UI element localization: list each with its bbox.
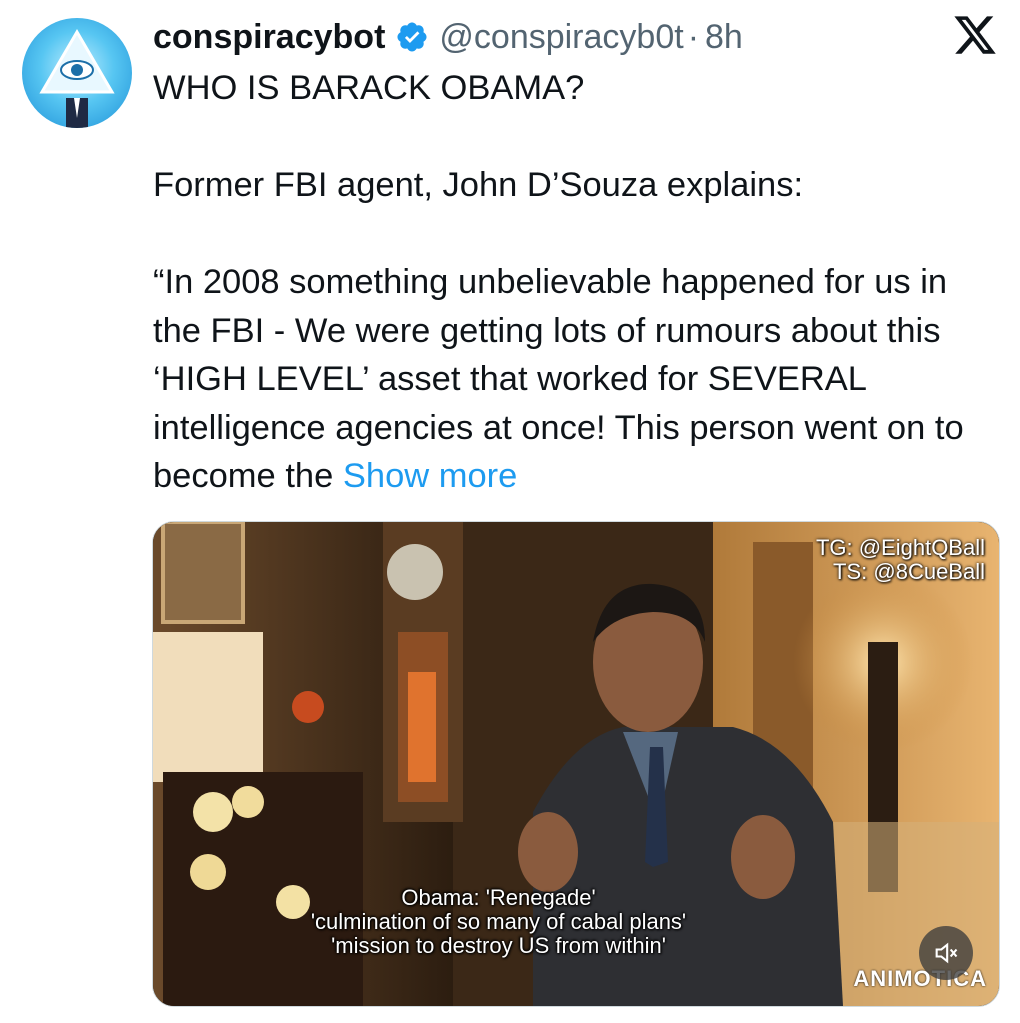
channel-overlay: TG: @EightQBall TS: @8CueBall [816, 536, 985, 584]
timestamp[interactable]: 8h [705, 18, 743, 57]
display-name[interactable]: conspiracybot [153, 18, 385, 57]
tweet-text-line: Former FBI agent, John D’Souza explains: [153, 166, 804, 204]
overlay-line: TG: @EightQBall [815, 535, 985, 560]
tweet-text-quote: “In 2008 something unbelievable happened… [153, 263, 964, 495]
x-logo-icon[interactable] [952, 12, 998, 58]
verified-badge-icon [397, 22, 427, 52]
caption-line: 'culmination of so many of cabal plans' [310, 909, 687, 934]
overlay-line: TS: @8CueBall [833, 559, 985, 584]
avatar[interactable] [22, 18, 132, 128]
mute-button[interactable] [919, 926, 973, 980]
tweet-text-paragraph: “In 2008 something unbelievable happened… [153, 258, 993, 501]
show-more-link[interactable]: Show more [343, 457, 518, 495]
user-handle[interactable]: @conspiracyb0t [439, 18, 683, 57]
separator-dot: · [687, 17, 700, 56]
tweet-text-line: WHO IS BARACK OBAMA? [153, 69, 585, 107]
tweet-header: conspiracybot @conspiracyb0t · 8h [153, 14, 743, 60]
video-caption: Obama: 'Renegade' 'culmination of so man… [153, 886, 999, 958]
eye-triangle-avatar-icon [39, 29, 115, 128]
caption-line: Obama: 'Renegade' [401, 885, 596, 910]
tweet-text: WHO IS BARACK OBAMA? Former FBI agent, J… [153, 64, 993, 501]
caption-line: 'mission to destroy US from within' [331, 933, 666, 958]
volume-muted-icon [935, 942, 958, 964]
video-player[interactable]: TG: @EightQBall TS: @8CueBall Obama: 'Re… [152, 521, 1000, 1007]
